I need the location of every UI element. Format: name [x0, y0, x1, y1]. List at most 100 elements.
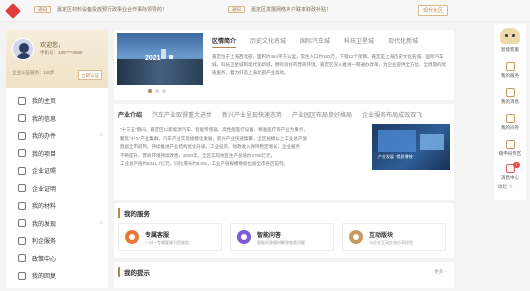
- service-interaction[interactable]: 互动版块 与企业互动交流分享经验: [342, 223, 446, 251]
- industry-line: 不断提升，营商环境持续改善。2020年，全区实现地区生产总值约2700亿元，: [120, 152, 276, 158]
- home-icon: [18, 96, 26, 105]
- industry-line: 工业总产值约5341.7亿元，同比增长约6.0%，工业产值规模继续位居全市各区前…: [120, 161, 289, 166]
- my-tips-card: 我的提示 更多 ›: [114, 262, 454, 288]
- tab-enterprise-services[interactable]: 企业服务布局成效双飞: [362, 110, 422, 119]
- sidebar: 欢迎您， 手机号：188****8888 企业认证服务：1/6步 立即认证 我的…: [6, 30, 108, 288]
- rail-label: 随申码专区: [498, 151, 522, 156]
- sidebar-item-label: 我的发现: [32, 221, 57, 228]
- policy-icon: [18, 254, 26, 263]
- smart-assistant-button[interactable]: 智能客服: [494, 24, 526, 53]
- service-smart-qa[interactable]: 智能问答 智能问答随时解答各类问题: [230, 223, 334, 251]
- support-icon: [125, 230, 139, 244]
- tab-auto-city[interactable]: 国际汽车城: [300, 36, 330, 48]
- user-icon: [18, 114, 26, 123]
- sidebar-item-projects[interactable]: 我的项目: [6, 145, 108, 163]
- tips-title: 我的提示: [118, 267, 150, 277]
- rail-message-center[interactable]: 1 消息中心: [494, 162, 526, 181]
- sidebar-item-cases[interactable]: 我的办件 ›: [6, 127, 108, 145]
- user-mobile: 手机号：188****8888: [40, 50, 83, 55]
- profile-card: 欢迎您， 手机号：188****8888 企业认证服务：1/6步 立即认证: [6, 30, 108, 88]
- unread-badge: 1: [513, 162, 520, 168]
- sidebar-item-policy[interactable]: 政策中心: [6, 250, 108, 268]
- industry-description: "十三五"期间，嘉定区以新能源汽车、智能传感器、高性能医疗设备、精准医疗等产业为…: [120, 126, 364, 169]
- greeting: 欢迎您，: [40, 43, 65, 49]
- sidebar-item-services[interactable]: 利企服务: [6, 232, 108, 250]
- district-intro-card: 2021 区情简介 历史文化名城 国际汽车城 科技卫星城 现代化新城 嘉定位于上…: [114, 30, 454, 100]
- discover-icon: [18, 219, 26, 228]
- sidebar-item-label: 我的项目: [32, 151, 57, 158]
- sidebar-item-replies[interactable]: 我的回复: [6, 267, 108, 285]
- sidebar-menu: 我的主页 我的信息 我的办件 › 我的项目 企业证照 企业证明 我的材料 我的发现…: [6, 92, 108, 285]
- rail-my-survey[interactable]: 我的问卷: [494, 114, 526, 131]
- sidebar-item-materials[interactable]: 我的材料: [6, 197, 108, 215]
- notice-item[interactable]: 通知 嘉定区发展网络乡户联本财政补贴！: [228, 6, 331, 13]
- rail-label: 我的问卷: [501, 125, 519, 130]
- top-action-button[interactable]: 现代化区: [418, 5, 448, 16]
- rail-my-services[interactable]: 我的服务: [494, 62, 526, 79]
- survey-icon: [505, 114, 515, 123]
- sidebar-item-label: 我的材料: [32, 204, 57, 211]
- reply-icon: [18, 271, 26, 280]
- service-title: 互动版块: [369, 233, 394, 239]
- tab-tech-city[interactable]: 科技卫星城: [344, 36, 374, 48]
- tab-auto-industry[interactable]: 汽车产业取得重大进步: [152, 110, 212, 119]
- industry-image-screen: [420, 134, 444, 150]
- tab-industrial-parks[interactable]: 产业园区布局良好格局: [292, 110, 352, 119]
- banner-year: 2021: [145, 55, 161, 62]
- message-icon: [505, 88, 515, 97]
- district-description: 嘉定位于上海西北部，面积约464平方公里，常住人口约183万，下辖12个街镇。嘉…: [212, 54, 446, 75]
- carousel-dots: [148, 89, 166, 93]
- carousel-dot[interactable]: [162, 89, 166, 93]
- industry-image[interactable]: 产业发展 "提质增效": [372, 124, 450, 170]
- chat-icon: [237, 230, 251, 244]
- carousel-dot[interactable]: [148, 89, 152, 93]
- notice-item[interactable]: 通知 嘉定区材料设备投放预行政事业合作事际领导的！: [34, 6, 167, 13]
- sidebar-item-label: 我的回复: [32, 274, 57, 281]
- main-content: 2021 区情简介 历史文化名城 国际汽车城 科技卫星城 现代化新城 嘉定位于上…: [114, 30, 454, 288]
- tab-modern-city[interactable]: 现代化新城: [388, 36, 418, 48]
- tab-industry-intro[interactable]: 产业介绍: [118, 110, 142, 119]
- sidebar-item-certificates[interactable]: 企业证明: [6, 180, 108, 198]
- sidebar-item-home[interactable]: 我的主页: [6, 92, 108, 110]
- rail-label: 我的消息: [501, 99, 519, 104]
- tab-emerging-industry[interactable]: 新兴产业呈现快速态势: [222, 110, 282, 119]
- sidebar-item-label: 企业证照: [32, 169, 57, 176]
- page: 通知 嘉定区材料设备投放预行政事业合作事际领导的！ 通知 嘉定区发展网络乡户联本…: [0, 0, 530, 291]
- industry-card: 产业介绍 汽车产业取得重大进步 新兴产业呈现快速态势 产业园区布局良好格局 企业…: [114, 104, 454, 200]
- sidebar-item-discover[interactable]: 我的发现 ›: [6, 215, 108, 233]
- sidebar-item-label: 利企服务: [32, 239, 57, 246]
- service-exclusive-support[interactable]: 专属客服 一对一专属客服为您服务: [118, 223, 222, 251]
- service-icon: [505, 62, 515, 71]
- rail-suishen-code[interactable]: 随申码专区: [494, 140, 526, 157]
- tab-district-intro[interactable]: 区情简介: [212, 36, 237, 48]
- industry-image-caption: 产业发展 "提质增效": [378, 154, 414, 159]
- industry-image-screen: [378, 130, 416, 152]
- more-link[interactable]: 更多 ›: [434, 269, 446, 275]
- sidebar-item-licenses[interactable]: 企业证照: [6, 162, 108, 180]
- notice-text: 嘉定区发展网络乡户联本财政补贴！: [251, 7, 332, 13]
- cert-progress: 企业认证服务：1/6步: [12, 70, 55, 75]
- banner-image[interactable]: 2021: [117, 33, 203, 85]
- interaction-icon: [349, 230, 363, 244]
- avatar[interactable]: [12, 38, 34, 60]
- service-icon: [18, 236, 26, 245]
- service-title: 智能问答: [257, 233, 282, 239]
- sidebar-item-info[interactable]: 我的信息: [6, 110, 108, 128]
- tab-historic-city[interactable]: 历史文化名城: [250, 36, 286, 48]
- folder-icon: [18, 131, 26, 140]
- rail-my-messages[interactable]: 我的消息: [494, 88, 526, 105]
- my-services-card: 我的服务 专属客服 一对一专属客服为您服务 智能问答 智能问答随时解答各类问题 …: [114, 203, 454, 258]
- rail-label: 消息中心: [501, 175, 519, 180]
- right-rail: 智能客服 我的服务 我的消息 我的问卷 随申码专区 1 消息中心: [494, 24, 526, 200]
- collapse-button[interactable]: 收起 ∧: [498, 184, 513, 190]
- certify-button[interactable]: 立即认证: [78, 70, 102, 80]
- carousel-dot[interactable]: [155, 89, 159, 93]
- license-icon: [18, 166, 26, 175]
- service-title: 专属客服: [145, 233, 170, 239]
- robot-icon: [500, 28, 520, 44]
- service-subtitle: 一对一专属客服为您服务: [145, 240, 189, 245]
- chevron-right-icon: ›: [100, 219, 102, 226]
- logo-icon: [5, 3, 21, 19]
- industry-line: 聚焦"4+X"产业集群，汽车产业实现规模化发展，新兴产业快速集聚，全区规模以上工…: [120, 135, 307, 141]
- services-title: 我的服务: [118, 208, 150, 218]
